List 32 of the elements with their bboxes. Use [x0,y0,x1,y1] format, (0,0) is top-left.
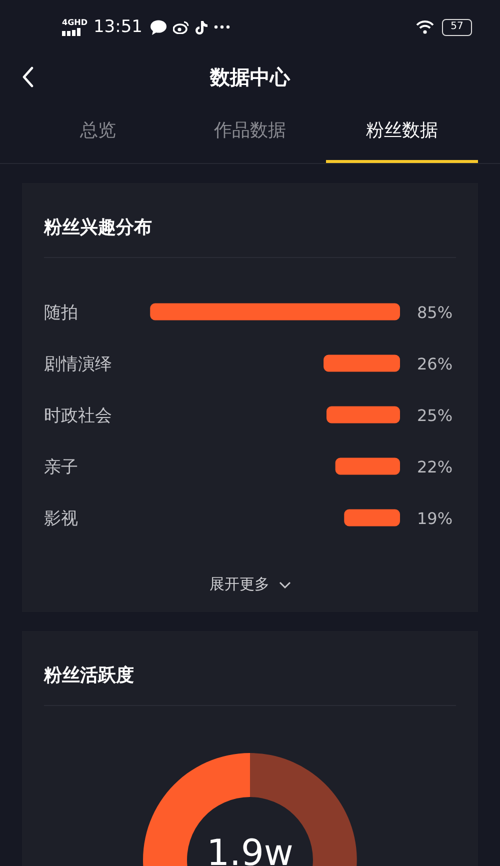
bar [335,458,400,475]
tab[interactable]: 作品数据 [174,100,326,163]
music-note-icon [195,20,208,34]
network-label: 4GHD [62,18,88,26]
page-title: 数据中心 [210,64,290,90]
more-icon [214,25,230,29]
category-label: 影视 [44,508,78,529]
expand-link[interactable]: 展开更多 [210,574,290,596]
follower-count: 1.9w [206,833,294,866]
chat-bubble-icon [150,20,168,34]
clock-time: 13:51 [93,17,142,37]
chevron-down-icon [278,580,290,588]
category-label: 亲子 [44,457,78,478]
tab[interactable]: 总览 [22,100,174,163]
back-button[interactable] [20,64,36,90]
percent-value: 26% [417,354,453,374]
category-label: 剧情演绎 [44,354,112,374]
card-title: 粉丝活跃度 [44,664,135,688]
wifi-icon [416,20,434,34]
signal-icon [62,28,82,36]
battery-level: 57 [450,22,464,32]
swirl-icon [173,20,190,34]
card-title: 粉丝兴趣分布 [44,216,153,240]
back-icon [22,66,34,88]
percent-value: 25% [417,406,453,425]
percent-value: 19% [417,508,453,528]
tab[interactable]: 粉丝数据 [326,100,478,163]
category-label: 时政社会 [44,406,112,426]
percent-value: 85% [417,302,453,322]
bar [344,509,400,526]
percent-value: 22% [417,457,453,476]
category-label: 随拍 [44,302,78,323]
